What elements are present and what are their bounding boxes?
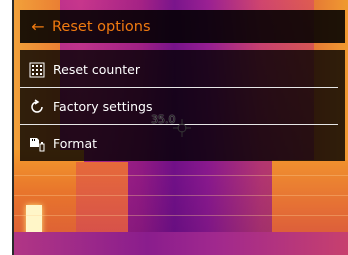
menu-item-reset-counter[interactable]: Reset counter — [20, 51, 345, 88]
thermal-ground — [14, 232, 348, 255]
menu-item-label: Reset counter — [53, 62, 140, 77]
header-bar: ← Reset options — [20, 10, 345, 43]
thermal-floor-line — [14, 195, 348, 196]
reset-options-menu: Reset counter Factory settings Format — [20, 50, 345, 161]
refresh-icon — [29, 98, 45, 115]
thermal-floor-line — [14, 175, 348, 176]
counter-icon — [29, 62, 45, 78]
thermal-floor-line — [14, 215, 348, 216]
sd-card-format-icon — [29, 136, 45, 152]
menu-item-label: Format — [53, 136, 98, 151]
back-arrow-icon[interactable]: ← — [26, 10, 50, 43]
menu-item-label: Factory settings — [53, 99, 153, 114]
crosshair-icon — [173, 119, 191, 137]
page-title: Reset options — [52, 18, 151, 35]
thermal-hot-window — [26, 205, 42, 235]
